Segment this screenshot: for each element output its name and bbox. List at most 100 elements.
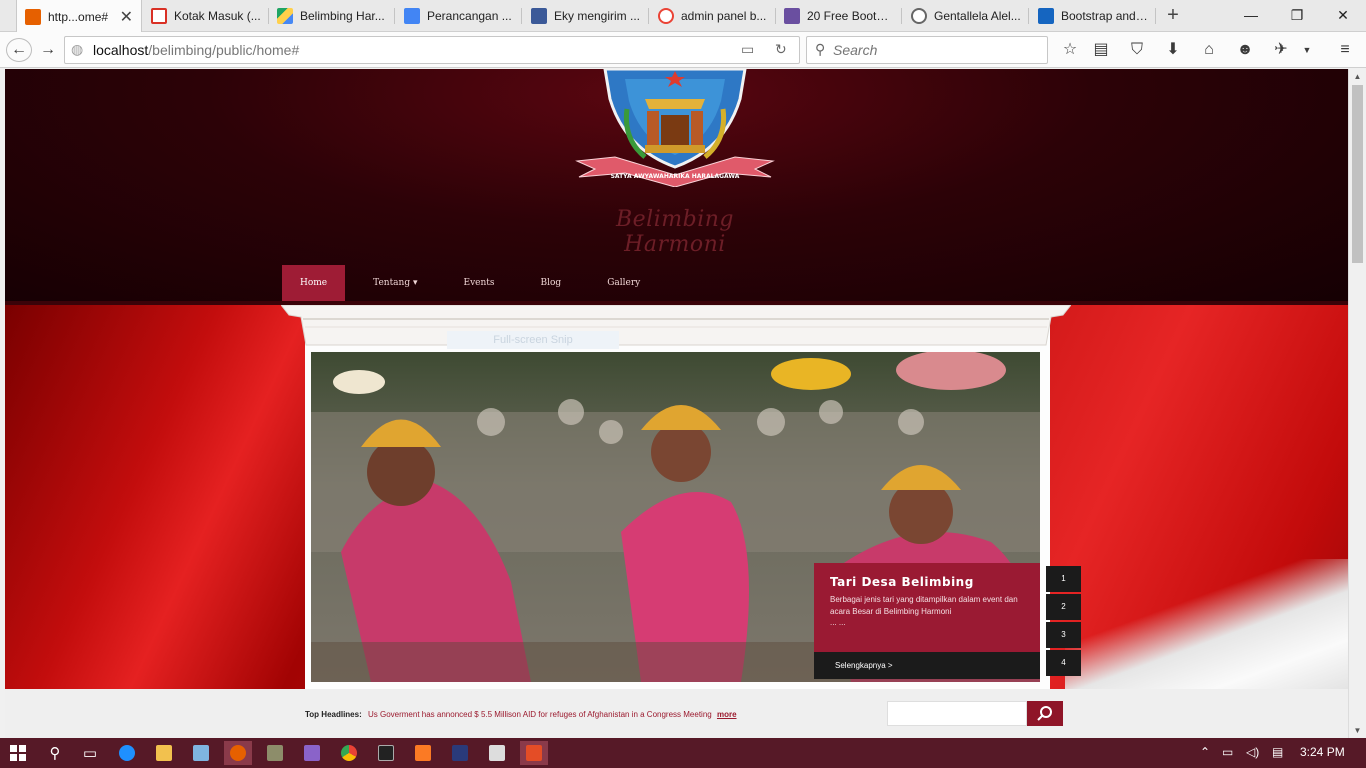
new-tab-button[interactable]: +	[1160, 4, 1186, 28]
tab-bootstrap[interactable]: Bootstrap and ...	[1030, 0, 1156, 32]
ticker-more-link[interactable]: more	[717, 710, 737, 719]
site-search-button[interactable]	[1027, 701, 1063, 726]
slider-page-4[interactable]: 4	[1046, 650, 1081, 676]
reading-list-icon[interactable]: ▤	[1090, 40, 1112, 60]
web-page: SATYA AWYAWAHARIKA HARALAGAWA Belimbing …	[5, 69, 1348, 738]
slider-page-2[interactable]: 2	[1046, 594, 1081, 620]
dark-app-icon[interactable]	[261, 741, 289, 765]
minimize-button[interactable]: —	[1228, 0, 1274, 30]
read-more-button[interactable]: Selengkapnya >	[814, 652, 1040, 679]
menu-item-blog[interactable]: Blog	[523, 265, 580, 301]
tab-label: 20 Free Bootst...	[807, 9, 894, 23]
slider-page-1[interactable]: 1	[1046, 566, 1081, 592]
menu-item-tentang[interactable]: Tentang ▾	[355, 265, 435, 301]
file-explorer-icon[interactable]	[150, 741, 178, 765]
site-search-input[interactable]	[887, 701, 1027, 726]
system-clock[interactable]: 3:24 PM	[1300, 745, 1345, 759]
emblem-logo-icon: SATYA AWYAWAHARIKA HARALAGAWA	[575, 69, 775, 187]
home-icon[interactable]: ⌂	[1198, 40, 1220, 60]
taskbar-search-icon[interactable]: ⚲	[41, 741, 69, 765]
snip-tooltip: Full-screen Snip	[447, 331, 619, 349]
tab-close-icon[interactable]: ✕	[120, 7, 133, 27]
windows-start-icon[interactable]	[4, 741, 32, 765]
search-icon: ⚲	[815, 41, 826, 57]
tab-docs[interactable]: Perancangan ...	[396, 0, 522, 32]
url-bar[interactable]: ◍ localhost/belimbing/public/home# ▭ ↻	[64, 36, 800, 64]
notification-icon[interactable]: ▤	[1272, 745, 1283, 759]
xampp-icon[interactable]	[409, 741, 437, 765]
tab-label: http...ome#	[48, 9, 109, 24]
volume-icon[interactable]: ◁)	[1246, 745, 1259, 759]
drive-favicon-icon	[277, 8, 293, 24]
photoshop-icon[interactable]	[446, 741, 474, 765]
extension-menu-icon[interactable]: ▼	[1296, 40, 1318, 60]
slider-page-3[interactable]: 3	[1046, 622, 1081, 648]
cmd-icon[interactable]	[372, 741, 400, 765]
scroll-up-icon[interactable]: ▲	[1349, 69, 1366, 84]
ticker-text: Top Headlines: Us Goverment has annonced…	[305, 710, 737, 719]
bootstrap-favicon-icon	[1038, 8, 1054, 24]
scroll-down-icon[interactable]: ▼	[1349, 723, 1366, 738]
menu-item-events[interactable]: Events	[446, 265, 513, 301]
globe-icon: ◍	[71, 41, 84, 57]
tab-active[interactable]: http...ome# ✕	[16, 0, 142, 33]
tab-label: admin panel b...	[681, 9, 767, 23]
task-view-icon[interactable]: ▭	[76, 741, 104, 765]
tab-drive[interactable]: Belimbing Har...	[269, 0, 395, 32]
ticker-label: Top Headlines:	[305, 710, 362, 719]
restore-button[interactable]: ❐	[1274, 0, 1320, 30]
bookmark-star-icon[interactable]: ☆	[1059, 40, 1081, 60]
firefox-icon[interactable]	[224, 741, 252, 765]
downloads-icon[interactable]: ⬇	[1162, 40, 1184, 60]
slide-title: Tari Desa Belimbing	[830, 575, 974, 589]
tab-facebook[interactable]: Eky mengirim ...	[523, 0, 649, 32]
emblem-motto: SATYA AWYAWAHARIKA HARALAGAWA	[611, 173, 740, 180]
pocket-icon[interactable]: ⛉	[1126, 40, 1148, 60]
headline-ticker: Top Headlines: Us Goverment has annonced…	[5, 689, 1348, 738]
reader-view-icon[interactable]: ▭	[741, 41, 754, 58]
search-input[interactable]	[833, 40, 1043, 60]
chrome-icon[interactable]	[335, 741, 363, 765]
windows-taskbar: ⚲ ▭ ⌃ ▭ ◁) ▤ 3:24 PM	[0, 738, 1366, 768]
tab-wordpress[interactable]: Gentallela Alel...	[903, 0, 1029, 32]
back-icon[interactable]: ←	[6, 38, 32, 62]
tab-gmail[interactable]: Kotak Masuk (...	[143, 0, 269, 32]
close-window-button[interactable]: ✕	[1320, 0, 1366, 30]
forward-icon[interactable]: →	[37, 40, 59, 60]
flag-white-stripe	[1065, 559, 1348, 699]
menu-item-home[interactable]: Home	[282, 265, 346, 301]
tab-label: Gentallela Alel...	[934, 9, 1021, 23]
search-box[interactable]: ⚲	[806, 36, 1048, 64]
tab-label: Belimbing Har...	[300, 9, 385, 23]
reload-icon[interactable]: ↻	[775, 41, 787, 58]
tab-label: Kotak Masuk (...	[174, 9, 261, 23]
tab-colorlib[interactable]: 20 Free Bootst...	[776, 0, 902, 32]
tab-google[interactable]: admin panel b...	[650, 0, 776, 32]
visual-studio-icon[interactable]	[298, 741, 326, 765]
tab-label: Eky mengirim ...	[554, 9, 641, 23]
tray-expand-icon[interactable]: ⌃	[1200, 745, 1210, 759]
google-favicon-icon	[658, 8, 674, 24]
edge-icon[interactable]	[113, 741, 141, 765]
magnifier-icon	[1037, 706, 1052, 721]
colorlib-favicon-icon	[784, 8, 800, 24]
url-text[interactable]: localhost/belimbing/public/home#	[93, 42, 299, 58]
extension-icon[interactable]: ✈	[1270, 40, 1292, 60]
hamburger-menu-icon[interactable]: ≡	[1334, 40, 1356, 60]
network-tool-icon[interactable]	[187, 741, 215, 765]
chat-icon[interactable]: ☻	[1234, 40, 1256, 60]
photos-icon[interactable]	[483, 741, 511, 765]
facebook-favicon-icon	[531, 8, 547, 24]
page-scrollbar[interactable]: ▲ ▼	[1348, 69, 1366, 738]
navigation-toolbar: ← → ◍ localhost/belimbing/public/home# ▭…	[0, 32, 1366, 68]
menu-item-gallery[interactable]: Gallery	[589, 265, 658, 301]
slide-description: Berbagai jenis tari yang ditampilkan dal…	[830, 595, 1018, 616]
calculator-icon[interactable]	[520, 741, 548, 765]
pillar-cornice	[281, 305, 1071, 346]
gmail-favicon-icon	[151, 8, 167, 24]
tab-label: Perancangan ...	[427, 9, 512, 23]
ticker-message: Us Goverment has annonced $ 5.5 Millison…	[367, 710, 712, 719]
network-icon[interactable]: ▭	[1222, 745, 1233, 759]
scrollbar-thumb[interactable]	[1352, 85, 1363, 263]
tab-label: Bootstrap and ...	[1061, 9, 1148, 23]
